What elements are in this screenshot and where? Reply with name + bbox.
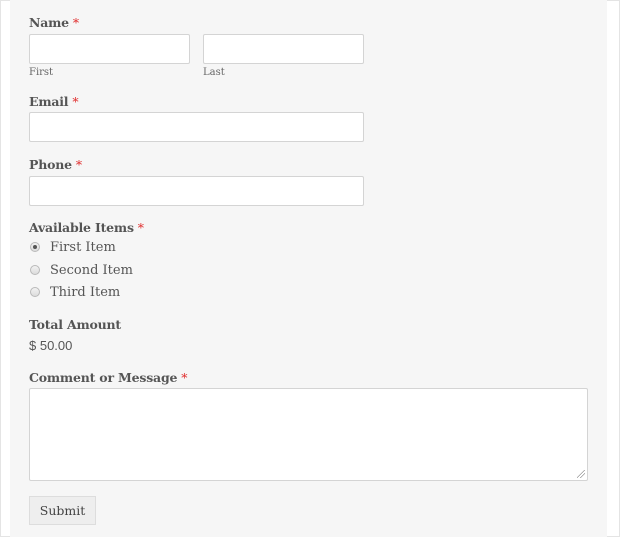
resize-grip-icon[interactable] <box>577 470 585 478</box>
radio-label[interactable]: Third Item <box>50 285 120 300</box>
required-asterisk: * <box>75 157 82 172</box>
radio-label[interactable]: Second Item <box>50 263 133 278</box>
radio-option-first-item[interactable]: First Item <box>30 238 116 256</box>
items-label-text: Available Items <box>29 220 134 235</box>
email-input[interactable] <box>29 112 364 142</box>
required-asterisk: * <box>181 370 188 385</box>
comment-textarea[interactable] <box>29 388 588 481</box>
first-name-input[interactable] <box>29 34 190 64</box>
last-name-input[interactable] <box>203 34 364 64</box>
submit-button[interactable]: Submit <box>29 496 96 525</box>
required-asterisk: * <box>137 220 144 235</box>
total-amount-label: Total Amount <box>29 317 121 332</box>
required-asterisk: * <box>72 15 79 30</box>
radio-option-second-item[interactable]: Second Item <box>30 261 133 279</box>
phone-label: Phone * <box>29 157 82 172</box>
radio-label[interactable]: First Item <box>50 240 116 255</box>
email-label-text: Email <box>29 94 69 109</box>
phone-label-text: Phone <box>29 157 72 172</box>
radio-button[interactable] <box>30 265 40 275</box>
name-label-text: Name <box>29 15 69 30</box>
email-label: Email * <box>29 94 79 109</box>
radio-button[interactable] <box>30 287 40 297</box>
radio-button[interactable] <box>30 242 40 252</box>
comment-label: Comment or Message * <box>29 370 188 385</box>
radio-option-third-item[interactable]: Third Item <box>30 283 120 301</box>
last-sublabel: Last <box>203 67 225 78</box>
name-label: Name * <box>29 15 79 30</box>
items-label: Available Items * <box>29 220 144 235</box>
phone-input[interactable] <box>29 176 364 206</box>
first-sublabel: First <box>29 67 54 78</box>
comment-label-text: Comment or Message <box>29 370 178 385</box>
total-amount-value: $ 50.00 <box>29 338 73 353</box>
required-asterisk: * <box>72 94 79 109</box>
